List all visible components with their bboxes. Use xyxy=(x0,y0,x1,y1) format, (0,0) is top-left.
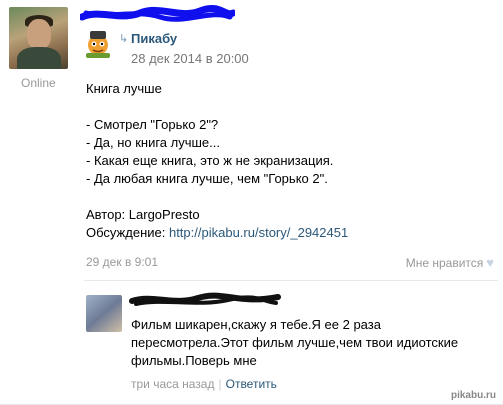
heart-icon: ♥ xyxy=(486,255,494,270)
post-text: Книга лучше - Смотрел "Горько 2"? - Да, … xyxy=(86,80,486,242)
post-line: - Смотрел "Горько 2"? xyxy=(86,117,219,132)
post-line: - Какая еще книга, это ж не экранизация. xyxy=(86,153,334,168)
post-line: - Да любая книга лучше, чем "Горько 2". xyxy=(86,171,328,186)
redacted-author-name xyxy=(80,5,235,22)
post-discussion: Обсуждение: http://pikabu.ru/story/_2942… xyxy=(86,224,486,242)
like-label: Мне нравится xyxy=(405,256,484,270)
comment-avatar[interactable] xyxy=(86,295,122,332)
watermark: pikabu.ru xyxy=(447,390,499,401)
comment-line: фильмы.Поверь мне xyxy=(131,353,257,368)
comment-time[interactable]: три часа назад xyxy=(131,377,214,391)
post-line: Книга лучше xyxy=(86,81,162,96)
reply-button[interactable]: Ответить xyxy=(226,377,277,391)
repost-source-link[interactable]: Пикабу xyxy=(131,31,177,46)
repost-date[interactable]: 28 дек 2014 в 20:00 xyxy=(131,51,249,66)
post-author: Автор: LargoPresto xyxy=(86,207,200,222)
post-line xyxy=(86,98,486,116)
post-line xyxy=(86,188,486,206)
user-avatar[interactable] xyxy=(9,7,68,69)
divider xyxy=(84,280,498,281)
comment-line: пересмотрела.Этот фильм лучше,чем твои и… xyxy=(131,335,459,350)
redacted-commenter-name xyxy=(129,292,281,306)
post-line: - Да, но книга лучше... xyxy=(86,135,220,150)
separator: | xyxy=(218,377,222,391)
comment-line: Фильм шикарен,скажу я тебе.Я ее 2 раза xyxy=(131,317,381,332)
like-button[interactable]: Мне нравится ♥ xyxy=(406,255,494,270)
post-date[interactable]: 29 дек в 9:01 xyxy=(86,255,158,269)
online-status: Online xyxy=(21,76,56,90)
comment-footer: три часа назад | Ответить xyxy=(131,377,277,391)
pikabu-logo-icon[interactable] xyxy=(83,27,113,59)
comment-text: Фильм шикарен,скажу я тебе.Я ее 2 раза п… xyxy=(131,316,491,370)
discussion-link[interactable]: http://pikabu.ru/story/_2942451 xyxy=(169,225,348,240)
discussion-label: Обсуждение: xyxy=(86,225,169,240)
repost-arrow-icon: ↳ xyxy=(119,33,129,45)
post-footer: 29 дек в 9:01 Мне нравится ♥ xyxy=(86,255,496,271)
